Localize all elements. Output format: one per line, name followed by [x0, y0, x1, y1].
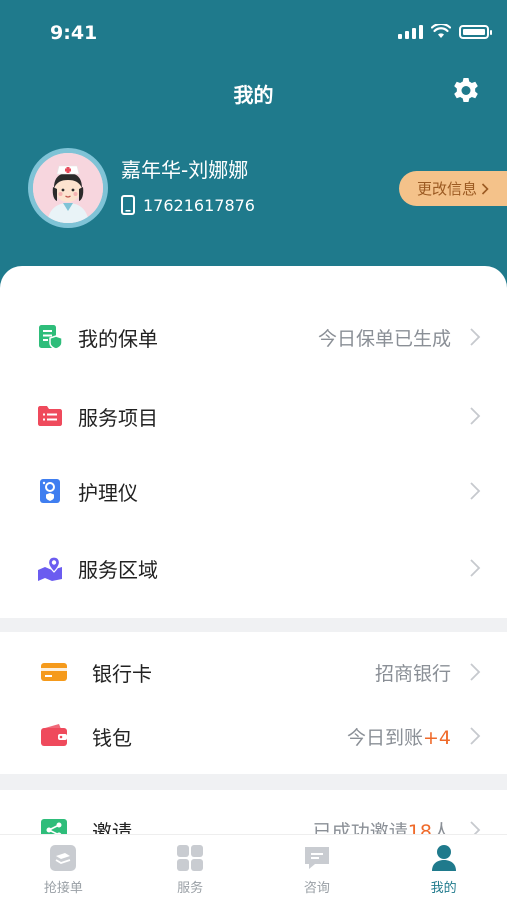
- bottom-tab-bar: 抢接单 服务 咨询 我的: [0, 834, 507, 900]
- menu-item-label: 服务项目: [78, 405, 158, 430]
- tab-label: 服务: [177, 881, 204, 896]
- chevron-right-icon: [470, 482, 481, 500]
- wallet-value-text: 今日到账: [346, 726, 423, 749]
- menu-item-value: 今日保单已生成: [317, 327, 451, 350]
- chat-icon: [304, 847, 329, 869]
- tab-label: 抢接单: [43, 881, 83, 896]
- battery-icon: [459, 24, 492, 39]
- menu-item-service-area[interactable]: 服务区域: [0, 540, 507, 596]
- edit-info-button[interactable]: 更改信息: [399, 171, 507, 206]
- menu-card-finance: 银行卡 招商银行 钱包 今日到账+4: [0, 632, 507, 774]
- bank-card-icon: [41, 663, 67, 681]
- chevron-right-icon: [470, 663, 481, 681]
- grid-icon: [177, 845, 204, 871]
- mobile-phone-icon: [121, 195, 135, 215]
- edit-info-label: 更改信息: [416, 180, 477, 198]
- tab-mine[interactable]: 我的: [380, 835, 507, 900]
- service-items-icon: [38, 406, 62, 426]
- tab-label: 咨询: [303, 881, 330, 896]
- user-icon: [431, 845, 456, 871]
- menu-item-wallet[interactable]: 钱包 今日到账+4: [0, 708, 507, 764]
- chevron-right-icon: [470, 559, 481, 577]
- service-area-icon: [38, 556, 62, 581]
- wifi-icon: [431, 24, 451, 38]
- menu-item-value: 招商银行: [374, 662, 451, 685]
- user-name: 嘉年华-刘娜娜: [121, 158, 249, 182]
- avatar[interactable]: [28, 148, 108, 228]
- tab-label: 我的: [430, 881, 457, 896]
- policy-icon: [39, 325, 63, 350]
- wallet-icon: [41, 724, 67, 746]
- chevron-right-icon: [470, 328, 481, 346]
- menu-card-main: 我的保单 今日保单已生成 服务项目 护理仪 服务区域: [0, 266, 507, 618]
- tab-consult[interactable]: 咨询: [254, 835, 381, 900]
- signal-icon: [398, 24, 423, 39]
- status-icons: [398, 24, 492, 39]
- status-time: 9:41: [50, 22, 98, 44]
- profile-header: 9:41 我的 嘉年华-刘娜娜 17621617876 更改信息: [0, 0, 507, 300]
- menu-item-value: 今日到账+4: [347, 723, 451, 750]
- phone-row: 17621617876: [121, 195, 255, 215]
- gear-icon[interactable]: [450, 75, 482, 107]
- menu-item-label: 护理仪: [78, 480, 138, 505]
- chevron-right-icon: [470, 727, 481, 745]
- menu-item-policy[interactable]: 我的保单 今日保单已生成: [0, 309, 507, 365]
- menu-item-label: 银行卡: [92, 661, 152, 686]
- care-device-icon: [40, 479, 60, 503]
- menu-item-label: 我的保单: [78, 326, 158, 351]
- status-bar: 9:41: [0, 0, 507, 66]
- tab-service[interactable]: 服务: [127, 835, 254, 900]
- nurse-avatar-illustration: [33, 153, 103, 223]
- menu-item-bank-card[interactable]: 银行卡 招商银行: [0, 644, 507, 700]
- menu-item-service-items[interactable]: 服务项目: [0, 388, 507, 444]
- wallet-value-amount: +4: [422, 726, 451, 749]
- page-title: 我的: [233, 83, 274, 107]
- chevron-right-icon: [481, 182, 489, 195]
- menu-item-label: 钱包: [92, 725, 132, 750]
- menu-item-care-device[interactable]: 护理仪: [0, 463, 507, 519]
- grab-order-icon: [50, 845, 77, 871]
- tab-grab-order[interactable]: 抢接单: [0, 835, 127, 900]
- phone-number: 17621617876: [143, 195, 255, 215]
- chevron-right-icon: [470, 407, 481, 425]
- menu-item-label: 服务区域: [78, 557, 158, 582]
